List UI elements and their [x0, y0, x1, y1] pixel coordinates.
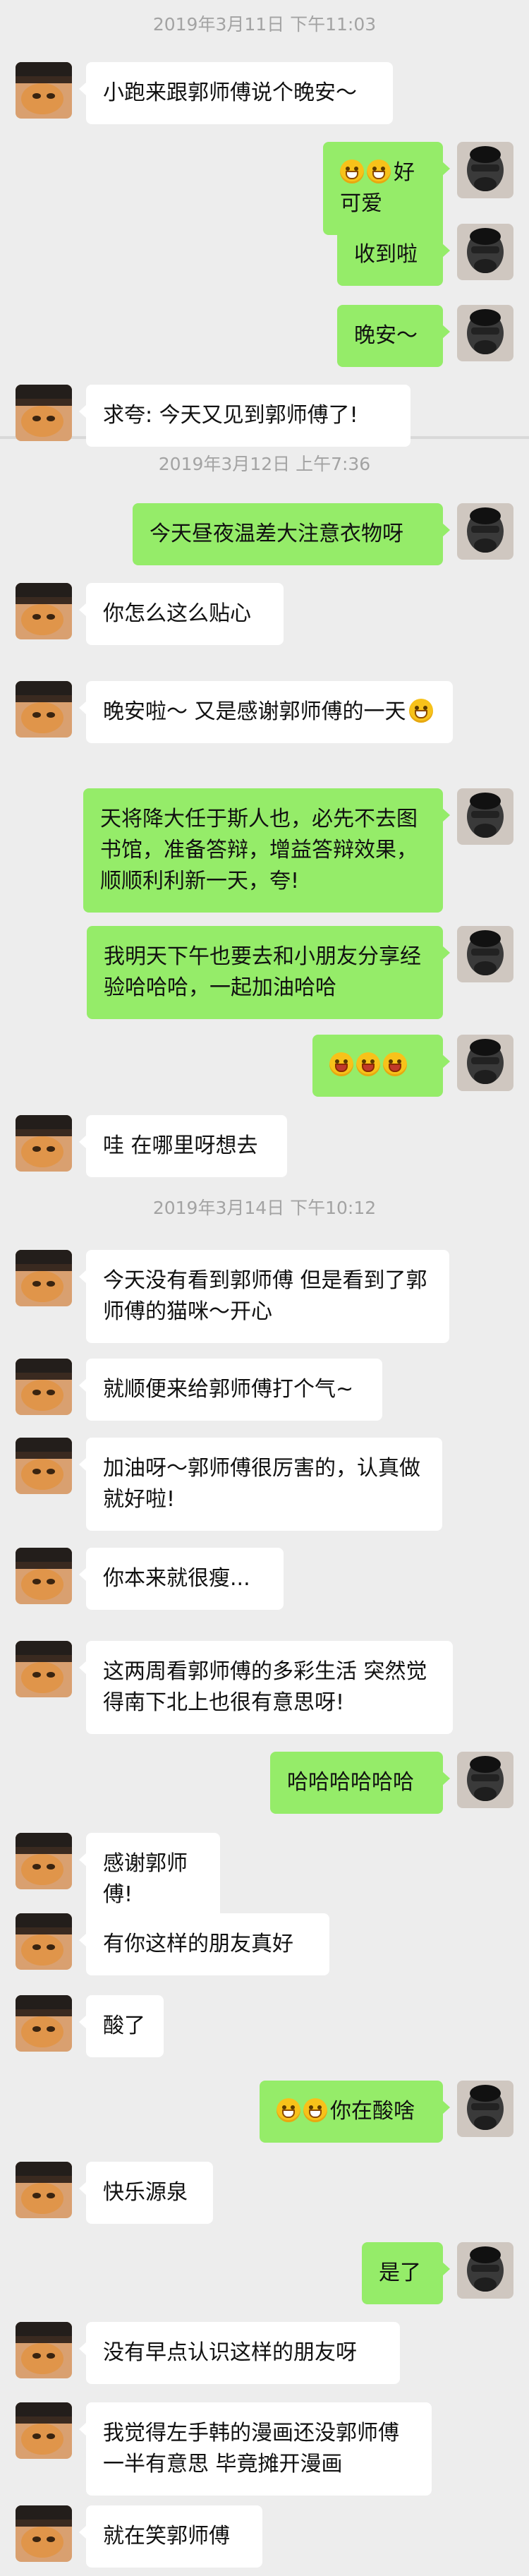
message-text: 收到啦: [354, 242, 418, 267]
outgoing-message[interactable]: 今天昼夜温差大注意衣物呀: [133, 503, 450, 565]
message-text: 天将降大任于斯人也，必先不去图书馆，准备答辩，增益答辩效果，顺顺利利新一天，夸!: [100, 807, 418, 893]
grin-icon: [340, 160, 364, 183]
tongue-icon: [329, 1052, 353, 1076]
contact-avatar[interactable]: [16, 1833, 72, 1889]
outgoing-message[interactable]: 哈哈哈哈哈哈: [270, 1752, 450, 1814]
incoming-message[interactable]: 小跑来跟郭师傅说个晚安～: [79, 62, 393, 124]
message-text: 哈哈哈哈哈哈: [287, 1770, 414, 1795]
outgoing-message[interactable]: 天将降大任于斯人也，必先不去图书馆，准备答辩，增益答辩效果，顺顺利利新一天，夸!: [83, 788, 450, 913]
outgoing-message[interactable]: [312, 1035, 450, 1097]
message-text: 快乐源泉: [103, 2180, 188, 2205]
contact-avatar[interactable]: [16, 62, 72, 119]
incoming-message[interactable]: 我觉得左手韩的漫画还没郭师傅一半有意思 毕竟摊开漫画: [79, 2402, 432, 2496]
contact-avatar[interactable]: [16, 1359, 72, 1415]
message-text: 晚安～: [354, 323, 418, 348]
incoming-message[interactable]: 你本来就很瘦...: [79, 1548, 284, 1610]
contact-avatar[interactable]: [16, 1115, 72, 1172]
contact-avatar[interactable]: [16, 2505, 72, 2562]
contact-avatar[interactable]: [16, 1995, 72, 2052]
contact-avatar[interactable]: [16, 1548, 72, 1604]
message-text: 就顺便来给郭师傅打个气~: [103, 1377, 354, 1402]
message-text: 今天昼夜温差大注意衣物呀: [150, 522, 403, 546]
incoming-message[interactable]: 有你这样的朋友真好: [79, 1913, 329, 1975]
timestamp: 2019年3月14日 下午10:12: [152, 1198, 377, 1218]
contact-avatar[interactable]: [16, 583, 72, 639]
contact-avatar[interactable]: [16, 2402, 72, 2459]
incoming-message[interactable]: 哇 在哪里呀想去: [79, 1115, 287, 1177]
message-text: 感谢郭师傅!: [103, 1851, 188, 1907]
message-text: 你在酸啥: [330, 2099, 415, 2124]
incoming-message[interactable]: 酸了: [79, 1995, 164, 2057]
incoming-message[interactable]: 加油呀～郭师傅很厉害的，认真做就好啦!: [79, 1438, 442, 1531]
outgoing-message[interactable]: 我明天下午也要去和小朋友分享经验哈哈哈，一起加油哈哈: [87, 926, 450, 1019]
message-text: 哇 在哪里呀想去: [103, 1133, 258, 1158]
outgoing-message[interactable]: 收到啦: [337, 224, 450, 286]
my-avatar[interactable]: [457, 305, 513, 361]
message-text: 晚安啦～ 又是感谢郭师傅的一天: [103, 699, 406, 724]
incoming-message[interactable]: 你怎么这么贴心: [79, 583, 284, 645]
incoming-message[interactable]: 没有早点认识这样的朋友呀: [79, 2322, 400, 2384]
outgoing-message[interactable]: 你在酸啥: [260, 2081, 450, 2143]
message-text: 没有早点认识这样的朋友呀: [103, 2340, 357, 2365]
my-avatar[interactable]: [457, 2081, 513, 2137]
message-text: 酸了: [103, 2014, 145, 2038]
tongue-icon: [383, 1052, 407, 1076]
message-text: 是了: [379, 2261, 421, 2285]
my-avatar[interactable]: [457, 142, 513, 198]
smile-icon: [408, 699, 433, 723]
tongue-icon: [356, 1052, 380, 1076]
my-avatar[interactable]: [457, 1752, 513, 1808]
incoming-message[interactable]: 就在笑郭师傅: [79, 2505, 262, 2568]
outgoing-message[interactable]: 好可爱: [323, 142, 450, 235]
message-text: 你本来就很瘦...: [103, 1566, 250, 1591]
message-text: 这两周看郭师傅的多彩生活 突然觉得南下北上也很有意思呀!: [103, 1659, 427, 1715]
message-text: 你怎么这么贴心: [103, 601, 251, 626]
my-avatar[interactable]: [457, 926, 513, 982]
timestamp: 2019年3月11日 下午11:03: [152, 14, 377, 35]
my-avatar[interactable]: [457, 788, 513, 845]
message-text: 有你这样的朋友真好: [103, 1932, 293, 1956]
contact-avatar[interactable]: [16, 1913, 72, 1970]
chat-area[interactable]: 2019年3月11日 下午11:03 2019年3月12日 上午7:36 201…: [0, 0, 529, 2576]
contact-avatar[interactable]: [16, 385, 72, 441]
outgoing-message[interactable]: 晚安～: [337, 305, 450, 367]
incoming-message[interactable]: 求夸: 今天又见到郭师傅了!: [79, 385, 411, 447]
incoming-message[interactable]: 这两周看郭师傅的多彩生活 突然觉得南下北上也很有意思呀!: [79, 1641, 453, 1734]
message-text: 小跑来跟郭师傅说个晚安～: [103, 80, 357, 105]
my-avatar[interactable]: [457, 503, 513, 560]
my-avatar[interactable]: [457, 224, 513, 280]
message-text: 我明天下午也要去和小朋友分享经验哈哈哈，一起加油哈哈: [104, 944, 421, 1000]
message-text: 就在笑郭师傅: [103, 2524, 230, 2548]
contact-avatar[interactable]: [16, 1250, 72, 1306]
grin-icon: [303, 2098, 327, 2122]
contact-avatar[interactable]: [16, 2322, 72, 2378]
grin-icon: [276, 2098, 300, 2122]
contact-avatar[interactable]: [16, 1438, 72, 1494]
incoming-message[interactable]: 快乐源泉: [79, 2162, 213, 2224]
incoming-message[interactable]: 今天没有看到郭师傅 但是看到了郭师傅的猫咪～开心: [79, 1250, 449, 1343]
message-text: 求夸: 今天又见到郭师傅了!: [103, 403, 358, 428]
incoming-message[interactable]: 感谢郭师傅!: [79, 1833, 220, 1926]
my-avatar[interactable]: [457, 2242, 513, 2299]
message-text: 加油呀～郭师傅很厉害的，认真做就好啦!: [103, 1456, 420, 1512]
contact-avatar[interactable]: [16, 681, 72, 738]
message-text: 今天没有看到郭师傅 但是看到了郭师傅的猫咪～开心: [103, 1268, 427, 1324]
incoming-message[interactable]: 晚安啦～ 又是感谢郭师傅的一天: [79, 681, 453, 743]
timestamp: 2019年3月12日 上午7:36: [158, 454, 371, 474]
contact-avatar[interactable]: [16, 1641, 72, 1697]
incoming-message[interactable]: 就顺便来给郭师傅打个气~: [79, 1359, 382, 1421]
my-avatar[interactable]: [457, 1035, 513, 1091]
contact-avatar[interactable]: [16, 2162, 72, 2218]
message-text: 我觉得左手韩的漫画还没郭师傅一半有意思 毕竟摊开漫画: [103, 2421, 399, 2476]
grin-icon: [367, 160, 391, 183]
outgoing-message[interactable]: 是了: [362, 2242, 450, 2304]
